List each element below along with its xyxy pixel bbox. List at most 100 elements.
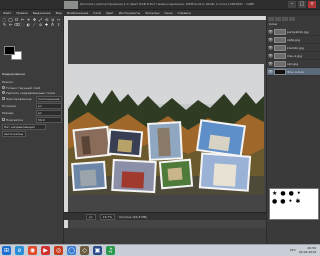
smudge-tool-icon[interactable]: ☄ bbox=[32, 23, 37, 27]
horizontal-ruler[interactable] bbox=[64, 16, 266, 20]
size-unit-select[interactable]: px bbox=[36, 109, 62, 116]
text-tool-icon[interactable]: A bbox=[50, 23, 55, 27]
menu-image[interactable]: Изображение bbox=[67, 11, 89, 15]
brush-tool-icon[interactable]: ✏ bbox=[8, 23, 13, 27]
menu-layer[interactable]: Слой bbox=[93, 11, 101, 15]
layer-row[interactable]: 👁 хрбр.jpg bbox=[267, 36, 320, 44]
fixed-row: Фиксированные Соотношение bbox=[2, 95, 62, 102]
color-swatches[interactable] bbox=[4, 46, 24, 62]
layer-row[interactable]: 👁 хрп.jpg bbox=[267, 60, 320, 68]
window-titlebar: [Коллаж] (импортирована)-1.0 (Цвет RGB 8… bbox=[0, 0, 320, 10]
close-button[interactable]: × bbox=[308, 1, 316, 8]
radio-indicator bbox=[2, 86, 5, 89]
dodge-tool-icon[interactable]: ⊘ bbox=[38, 23, 43, 27]
media-icon[interactable]: ▶ bbox=[41, 246, 50, 255]
pencil-tool-icon[interactable]: ✎ bbox=[2, 23, 7, 27]
heal-tool-icon[interactable]: ✚ bbox=[44, 23, 49, 27]
brush-star-icon[interactable]: ★ bbox=[272, 191, 277, 197]
eye-icon[interactable]: 👁 bbox=[268, 45, 273, 50]
maximize-button[interactable]: □ bbox=[298, 1, 306, 8]
autoshrink-row: Автосжатие bbox=[2, 130, 62, 137]
menu-view[interactable]: Вид bbox=[56, 11, 62, 15]
eye-icon[interactable]: 👁 bbox=[268, 29, 273, 34]
highlight-checkbox[interactable]: Подсветка bbox=[2, 117, 23, 123]
position-unit-select[interactable]: px bbox=[36, 102, 62, 109]
path-tool-icon[interactable]: ⇧ bbox=[56, 23, 61, 27]
layer-thumbnail bbox=[274, 68, 286, 75]
language-indicator[interactable]: РУС bbox=[290, 248, 296, 252]
window-controls: – □ × bbox=[288, 1, 316, 8]
minimize-button[interactable]: – bbox=[288, 1, 296, 8]
foreground-color-swatch[interactable] bbox=[4, 46, 15, 55]
tab-channels[interactable] bbox=[275, 17, 281, 21]
bucket-fill-tool-icon[interactable]: ⬛ bbox=[20, 23, 25, 27]
layer-name: хрбр.jpg bbox=[287, 37, 301, 42]
checkbox-box bbox=[2, 97, 5, 100]
brush-dot-icon[interactable]: • bbox=[297, 191, 301, 197]
brush-circle-icon[interactable]: ● bbox=[280, 199, 285, 205]
ie-icon[interactable]: e bbox=[15, 246, 24, 255]
menu-file[interactable]: Файл bbox=[3, 11, 11, 15]
start-icon[interactable]: ⊞ bbox=[2, 246, 11, 255]
layer-row-active[interactable]: 👁 Фон копия bbox=[267, 68, 320, 76]
fixed-checkbox[interactable]: Фиксированные bbox=[2, 96, 31, 102]
guides-select[interactable]: Нет направляющих bbox=[2, 123, 46, 130]
tool-options-panel: Кадрирование Режим: Только текущий слой … bbox=[2, 72, 62, 137]
tab-history[interactable] bbox=[289, 17, 295, 21]
menu-windows[interactable]: Окна bbox=[165, 11, 173, 15]
position-row: Позиция: px bbox=[2, 102, 62, 109]
radio-label: Только текущий слой bbox=[6, 85, 41, 90]
tab-paths[interactable] bbox=[282, 17, 288, 21]
autoshrink-button[interactable]: Автосжатие bbox=[2, 130, 26, 137]
brush-splat-icon[interactable]: ✱ bbox=[295, 199, 300, 205]
brush-circle-icon[interactable]: ● bbox=[280, 191, 285, 197]
menu-colors[interactable]: Цвет bbox=[106, 11, 114, 15]
eye-icon[interactable]: 👁 bbox=[268, 61, 273, 66]
eye-icon[interactable]: 👁 bbox=[268, 69, 273, 74]
unit-select[interactable]: px bbox=[86, 213, 96, 220]
menu-select[interactable]: Выделение bbox=[33, 11, 51, 15]
explorer-icon[interactable]: ▣ bbox=[93, 246, 102, 255]
size-label: Размер: bbox=[2, 110, 15, 115]
tool-grid: ⬚ ◯ ⵔ ✂ ⌖ ✥ ⤢ ⟲ ⇲ ⇿ ✎ ✏ ⌫ ⬛ ◐ ☄ ⊘ ✚ A ⇧ bbox=[2, 18, 62, 28]
eye-icon[interactable]: 👁 bbox=[268, 53, 273, 58]
fixed-label: Фиксированные bbox=[6, 96, 32, 101]
menu-help[interactable]: Справка bbox=[177, 11, 190, 15]
app-icon[interactable]: ◯ bbox=[67, 246, 76, 255]
image-thumbnail bbox=[64, 1, 78, 9]
gimp-icon[interactable]: ◇ bbox=[80, 246, 89, 255]
collage-image[interactable] bbox=[68, 64, 264, 195]
zoom-select[interactable]: 16.7% bbox=[99, 213, 116, 220]
brush-dot-icon[interactable]: • bbox=[289, 199, 293, 205]
clock[interactable]: 20:50 04.04.2019 bbox=[299, 246, 316, 254]
eraser-tool-icon[interactable]: ⌫ bbox=[14, 23, 20, 27]
taskbar-icons: ⊞ e ◉ ▶ ◎ ◯ ◇ ▣ ♫ bbox=[2, 246, 115, 255]
highlight-row: Подсветка 50.0 bbox=[2, 116, 62, 123]
radio-label: Удалить кадрированные точки bbox=[6, 90, 56, 95]
layer-name: хрп.jpg bbox=[287, 61, 299, 66]
tab-layers[interactable] bbox=[268, 17, 274, 21]
eye-icon[interactable]: 👁 bbox=[268, 37, 273, 42]
menu-filters[interactable]: Фильтры bbox=[145, 11, 159, 15]
brushes-panel[interactable]: ★ ● ● • ● ● • ✱ bbox=[269, 188, 319, 220]
highlight-opacity-field[interactable]: 50.0 bbox=[36, 116, 62, 123]
music-icon[interactable]: ♫ bbox=[106, 246, 115, 255]
menu-tools[interactable]: Инструменты bbox=[119, 11, 140, 15]
chrome-icon[interactable]: ◉ bbox=[28, 246, 37, 255]
canvas-area[interactable] bbox=[64, 16, 266, 228]
layer-row[interactable]: 👁 kremlin.jpg bbox=[267, 44, 320, 52]
system-tray: РУС 20:50 04.04.2019 bbox=[290, 246, 316, 254]
opera-icon[interactable]: ◎ bbox=[54, 246, 63, 255]
gradient-tool-icon[interactable]: ◐ bbox=[26, 23, 31, 27]
brush-row: ★ ● ● • bbox=[270, 189, 318, 197]
menu-edit[interactable]: Правка bbox=[16, 11, 27, 15]
layer-row[interactable]: 👁 msu-1.jpg bbox=[267, 52, 320, 60]
highlight-label: Подсветка bbox=[6, 117, 23, 122]
layer-row[interactable]: 👁 pamyatnik.jpg bbox=[267, 28, 320, 36]
radio-delete-cropped[interactable]: Удалить кадрированные точки bbox=[2, 90, 62, 95]
guides-row: Нет направляющих bbox=[2, 123, 62, 130]
brush-circle-icon[interactable]: ● bbox=[289, 191, 294, 197]
layers-dock: Слои 👁 pamyatnik.jpg 👁 хрбр.jpg 👁 kremli… bbox=[266, 16, 320, 244]
brush-circle-icon[interactable]: ● bbox=[272, 199, 277, 205]
fixed-select[interactable]: Соотношение bbox=[36, 95, 62, 102]
